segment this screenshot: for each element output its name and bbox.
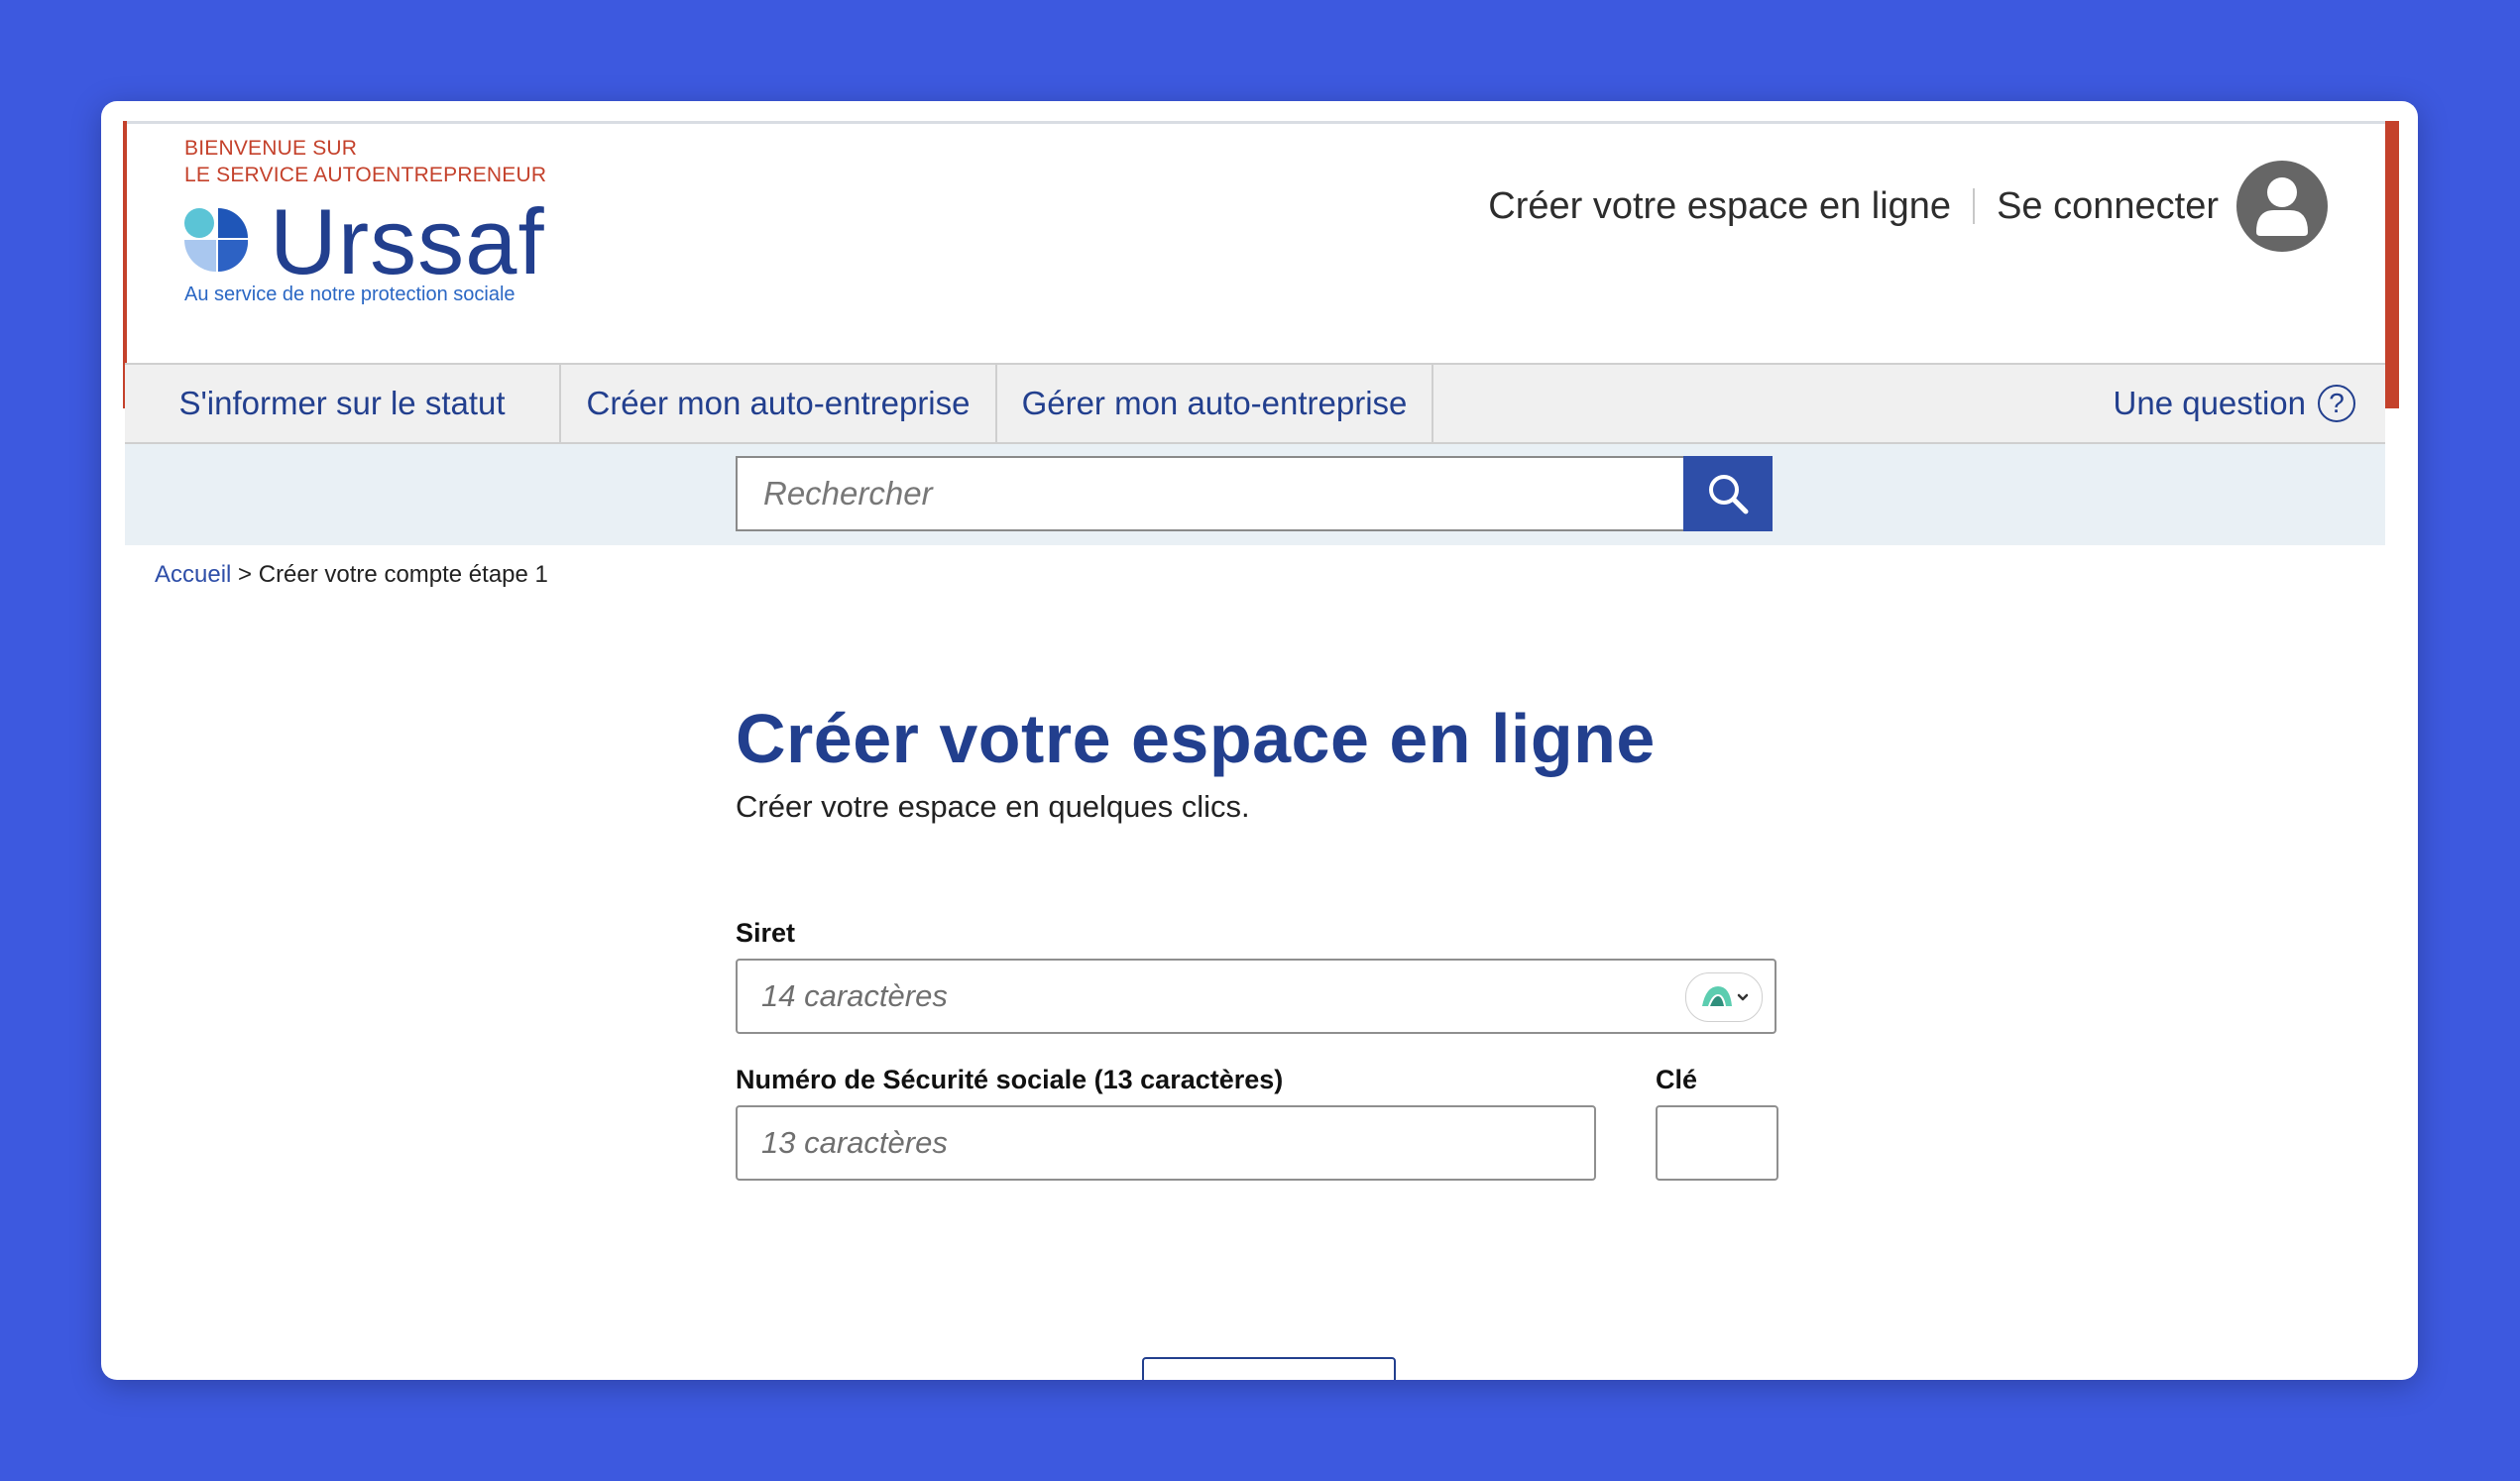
brand-tagline: BIENVENUE SUR LE SERVICE AUTOENTREPRENEU… bbox=[184, 135, 546, 188]
create-account-form: Créer votre espace en ligne Créer votre … bbox=[736, 696, 1778, 1380]
nav-item-informer[interactable]: S'informer sur le statut bbox=[125, 365, 561, 442]
page: BIENVENUE SUR LE SERVICE AUTOENTREPRENEU… bbox=[123, 121, 2399, 1380]
nav-item-creer[interactable]: Créer mon auto-entreprise bbox=[561, 365, 997, 442]
accent-bar-right bbox=[2385, 121, 2399, 408]
search-button[interactable] bbox=[1683, 456, 1773, 531]
main-nav: S'informer sur le statut Créer mon auto-… bbox=[125, 363, 2385, 444]
nss-input[interactable] bbox=[736, 1105, 1596, 1181]
create-space-link[interactable]: Créer votre espace en ligne bbox=[1488, 185, 1951, 228]
autofill-extension-icon bbox=[1702, 986, 1749, 1006]
search-input[interactable] bbox=[736, 456, 1683, 531]
login-link[interactable]: Se connecter bbox=[1997, 185, 2219, 228]
logo-subtitle: Au service de notre protection sociale bbox=[184, 284, 515, 305]
urssaf-logo[interactable]: Urssaf Au service de notre protection so… bbox=[182, 192, 579, 315]
siret-input[interactable] bbox=[736, 959, 1776, 1034]
top-rule bbox=[125, 121, 2385, 124]
header-links: Créer votre espace en ligne Se connecter bbox=[1488, 159, 2328, 254]
siret-label: Siret bbox=[736, 918, 796, 948]
breadcrumb-home-link[interactable]: Accueil bbox=[155, 561, 231, 588]
user-avatar-icon[interactable] bbox=[2236, 161, 2328, 252]
tagline-line1: BIENVENUE SUR bbox=[184, 137, 358, 160]
tagline-line2: LE SERVICE AUTOENTREPRENEUR bbox=[184, 164, 547, 186]
urssaf-logo-mark-icon bbox=[184, 208, 249, 273]
question-label: Une question bbox=[2113, 385, 2306, 421]
cle-label: Clé bbox=[1656, 1065, 1698, 1094]
continue-button[interactable]: Continuer bbox=[1142, 1357, 1396, 1380]
search-icon bbox=[1709, 475, 1749, 514]
question-mark-icon: ? bbox=[2318, 385, 2355, 422]
breadcrumb: Accueil > Créer votre compte étape 1 bbox=[155, 561, 548, 589]
header-separator bbox=[1973, 188, 1976, 224]
nav-item-gerer[interactable]: Gérer mon auto-entreprise bbox=[997, 365, 1433, 442]
search-band bbox=[125, 444, 2385, 545]
nav-question-link[interactable]: Une question ? bbox=[2114, 365, 2355, 442]
search-box bbox=[736, 456, 1773, 531]
autofill-extension-button[interactable] bbox=[1685, 972, 1763, 1022]
nss-label: Numéro de Sécurité sociale (13 caractère… bbox=[736, 1065, 1284, 1094]
cle-input[interactable] bbox=[1656, 1105, 1778, 1181]
browser-window: BIENVENUE SUR LE SERVICE AUTOENTREPRENEU… bbox=[101, 101, 2418, 1380]
page-title: Créer votre espace en ligne bbox=[736, 700, 1656, 777]
page-subtitle: Créer votre espace en quelques clics. bbox=[736, 789, 1250, 824]
breadcrumb-separator: > bbox=[238, 561, 253, 588]
logo-wordmark: Urssaf bbox=[270, 189, 545, 293]
breadcrumb-current: Créer votre compte étape 1 bbox=[258, 561, 548, 588]
